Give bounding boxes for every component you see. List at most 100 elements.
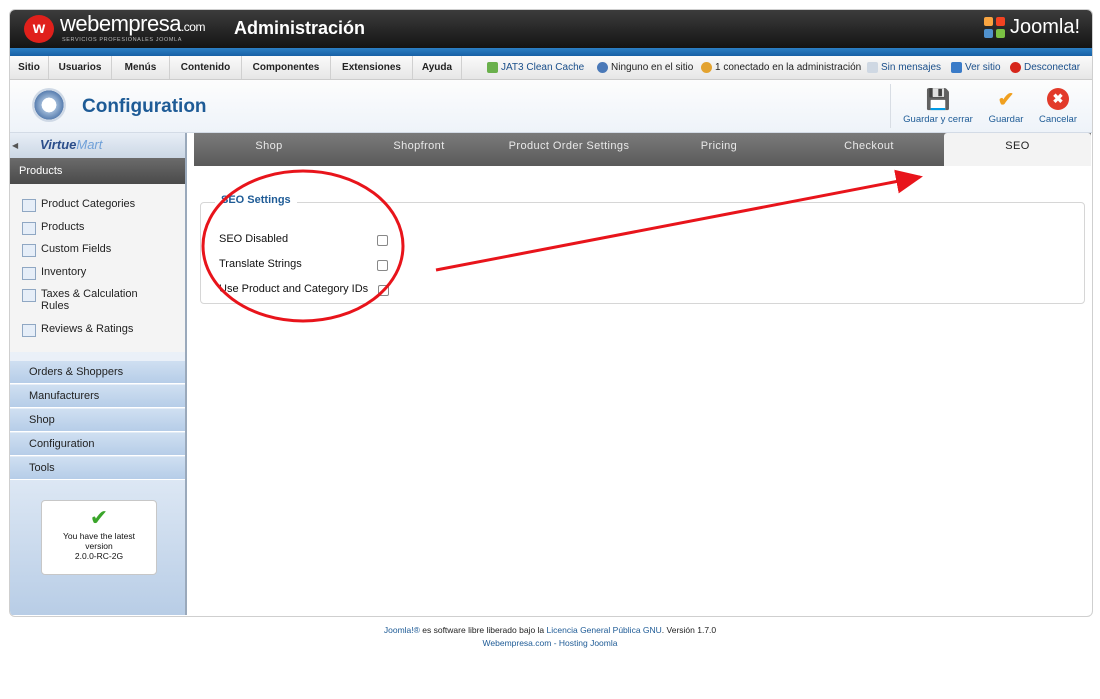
menu-menus[interactable]: Menús xyxy=(112,56,170,79)
logout-label: Desconectar xyxy=(1024,62,1081,73)
seo-disabled-checkbox[interactable] xyxy=(377,235,388,246)
webempresa-logo-icon: w xyxy=(24,15,54,43)
messages-label: Sin mensajes xyxy=(881,62,942,73)
use-ids-checkbox[interactable] xyxy=(378,285,389,296)
virtuemart-sidebar: ◀ VirtueMart Products Product Categories… xyxy=(10,133,187,615)
save-button[interactable]: ✔ Guardar xyxy=(984,86,1028,126)
joomla-logo-icon xyxy=(983,16,1006,39)
cache-label: JAT3 Clean Cache xyxy=(501,62,585,73)
sidebar-group-tools[interactable]: Tools xyxy=(10,457,185,480)
products-submenu: Product Categories Products Custom Field… xyxy=(10,184,185,352)
sidebar-group-shop[interactable]: Shop xyxy=(10,409,185,432)
green-check-icon: ✔ xyxy=(89,505,109,530)
cancel-icon: ✖ xyxy=(1044,86,1072,112)
cancel-button[interactable]: ✖ Cancelar xyxy=(1034,86,1082,125)
use-ids-label: Use Product and Category IDs xyxy=(219,283,369,295)
sidebar-item-label: Taxes & Calculation Rules xyxy=(41,288,138,312)
sidebar-item-label: Products xyxy=(41,221,85,233)
admin-user-icon xyxy=(701,62,712,73)
sidebar-item-product-categories[interactable]: Product Categories xyxy=(22,198,135,212)
menu-contenido[interactable]: Contenido xyxy=(170,56,242,79)
calculator-icon xyxy=(22,289,36,302)
site-users-status: Ninguno en el sitio xyxy=(597,56,693,79)
jat3-clean-cache-link[interactable]: JAT3 Clean Cache xyxy=(487,56,584,79)
save-and-close-button[interactable]: 💾 Guardar y cerrar xyxy=(898,86,978,126)
cancel-label: Cancelar xyxy=(1038,114,1078,125)
menu-ayuda[interactable]: Ayuda xyxy=(413,56,462,79)
configuration-icon xyxy=(32,88,66,122)
sidebar-item-products[interactable]: Products xyxy=(22,221,84,235)
site-users-label: Ninguno en el sitio xyxy=(611,62,694,73)
virtuemart-logo: ◀ VirtueMart xyxy=(10,133,185,158)
monitor-icon xyxy=(951,62,962,73)
joomla-brand: Joomla! xyxy=(983,16,1080,39)
logo-name: webempresa xyxy=(60,11,181,36)
sidebar-group-manufacturers[interactable]: Manufacturers xyxy=(10,385,185,408)
menu-sitio[interactable]: Sitio xyxy=(10,56,49,79)
custom-fields-icon xyxy=(22,244,36,257)
logo-part2: Mart xyxy=(76,137,103,152)
page-footer: Joomla!® es software libre liberado bajo… xyxy=(0,624,1100,650)
messages-link[interactable]: Sin mensajes xyxy=(867,56,941,79)
tab-product-order-settings[interactable]: Product Order Settings xyxy=(494,133,644,159)
tab-seo[interactable]: SEO xyxy=(944,133,1091,166)
footer-line2: Webempresa.com - Hosting Joomla xyxy=(0,637,1100,650)
tab-checkout[interactable]: Checkout xyxy=(794,133,944,159)
sidebar-group-configuration[interactable]: Configuration xyxy=(10,433,185,456)
hosting-link[interactable]: Webempresa.com - Hosting Joomla xyxy=(483,638,618,648)
sidebar-section-products[interactable]: Products xyxy=(10,158,185,184)
save-label: Guardar xyxy=(988,114,1024,125)
header-stripe xyxy=(10,48,1092,56)
toolbar-divider xyxy=(890,84,891,128)
footer-version: . Versión 1.7.0 xyxy=(661,625,717,635)
view-site-label: Ver sitio xyxy=(965,62,1001,73)
seo-panel: SEO Settings SEO Disabled Translate Stri… xyxy=(194,166,1091,615)
tab-pricing[interactable]: Pricing xyxy=(644,133,794,159)
logo-part1: Virtue xyxy=(40,137,77,152)
sidebar-group-orders[interactable]: Orders & Shoppers xyxy=(10,361,185,384)
sidebar-item-taxes[interactable]: Taxes & Calculation Rules xyxy=(22,288,142,312)
version-line2: version xyxy=(85,541,113,551)
message-icon xyxy=(867,62,878,73)
component-title: Configuration xyxy=(82,96,207,117)
gnu-license-link[interactable]: Licencia General Pública GNU xyxy=(547,625,662,635)
collapse-arrow-icon[interactable]: ◀ xyxy=(12,141,18,150)
joomla-link[interactable]: Joomla!® xyxy=(384,625,420,635)
products-icon xyxy=(22,222,36,235)
menu-extensiones[interactable]: Extensiones xyxy=(331,56,413,79)
sidebar-item-label: Reviews & Ratings xyxy=(41,323,134,335)
reviews-icon xyxy=(22,324,36,337)
seo-disabled-label: SEO Disabled xyxy=(219,233,289,245)
power-icon xyxy=(1010,62,1021,73)
tab-shop[interactable]: Shop xyxy=(194,133,344,159)
floppy-disk-icon: 💾 xyxy=(925,88,951,111)
view-site-link[interactable]: Ver sitio xyxy=(951,56,1001,79)
version-line1: You have the latest xyxy=(63,531,135,541)
translate-strings-checkbox[interactable] xyxy=(377,260,388,271)
version-status-box: ✔ You have the latest version 2.0.0-RC-2… xyxy=(41,500,157,575)
sidebar-item-label: Inventory xyxy=(41,266,87,278)
webempresa-logo[interactable]: webempresa.com xyxy=(60,11,205,37)
page-title: Administración xyxy=(234,18,366,38)
component-toolbar: Configuration 💾 Guardar y cerrar ✔ Guard… xyxy=(10,80,1092,133)
logout-link[interactable]: Desconectar xyxy=(1010,56,1080,79)
logo-domain: .com xyxy=(180,20,206,34)
joomla-brand-text: Joomla! xyxy=(1009,16,1080,38)
admin-window: w webempresa.com SERVICIOS PROFESIONALES… xyxy=(9,9,1093,617)
sidebar-item-reviews[interactable]: Reviews & Ratings xyxy=(22,323,133,337)
sidebar-item-label: Custom Fields xyxy=(41,243,112,255)
config-tabs: Shop Shopfront Product Order Settings Pr… xyxy=(194,133,1091,166)
admin-menubar: Sitio Usuarios Menús Contenido Component… xyxy=(10,56,1092,80)
tab-shopfront[interactable]: Shopfront xyxy=(344,133,494,159)
footer-text: es software libre liberado bajo la xyxy=(419,625,547,635)
inventory-icon xyxy=(22,267,36,280)
save-close-label: Guardar y cerrar xyxy=(903,114,973,125)
top-header: w webempresa.com SERVICIOS PROFESIONALES… xyxy=(10,10,1092,48)
sidebar-item-inventory[interactable]: Inventory xyxy=(22,266,86,280)
folder-icon xyxy=(22,199,36,212)
menu-componentes[interactable]: Componentes xyxy=(242,56,331,79)
menu-usuarios[interactable]: Usuarios xyxy=(49,56,112,79)
footer-line1: Joomla!® es software libre liberado bajo… xyxy=(0,624,1100,637)
sidebar-item-custom-fields[interactable]: Custom Fields xyxy=(22,243,111,257)
sidebar-item-label: Product Categories xyxy=(41,198,136,210)
